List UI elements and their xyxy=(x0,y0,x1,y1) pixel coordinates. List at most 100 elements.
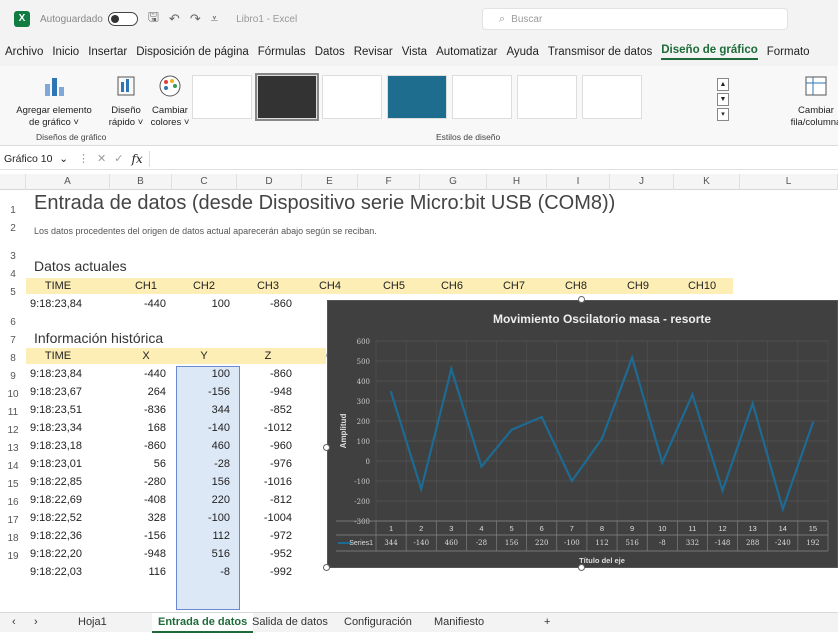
chart-style-6[interactable] xyxy=(517,75,577,119)
history-cell[interactable]: -156 xyxy=(116,530,166,542)
line-chart[interactable]: Movimiento Oscilatorio masa - resorte -30… xyxy=(327,300,838,568)
menu-item-12[interactable]: Formato xyxy=(767,46,810,58)
current-cell-3[interactable]: -860 xyxy=(242,298,292,310)
data-point[interactable] xyxy=(420,487,423,491)
history-cell[interactable]: 9:18:23,84 xyxy=(30,368,82,380)
switch-row-column-button[interactable]: Cambiar fila/columna xyxy=(786,74,838,129)
menu-item-8[interactable]: Automatizar xyxy=(436,46,497,58)
insert-function-icon[interactable]: fx xyxy=(131,152,142,166)
add-sheet-icon[interactable]: + xyxy=(544,616,550,628)
history-cell[interactable]: -952 xyxy=(242,548,292,560)
history-cell[interactable]: 9:18:23,18 xyxy=(30,440,82,452)
undo-icon[interactable]: ↶ xyxy=(169,11,180,27)
column-header-G[interactable]: G xyxy=(420,174,487,190)
history-cell[interactable]: -408 xyxy=(116,494,166,506)
chart-style-1[interactable] xyxy=(192,75,252,119)
column-header-A[interactable]: A xyxy=(26,174,110,190)
history-cell[interactable]: 9:18:22,52 xyxy=(30,512,82,524)
menu-item-5[interactable]: Datos xyxy=(315,46,345,58)
history-cell[interactable]: 9:18:23,67 xyxy=(30,386,82,398)
row-header-5[interactable]: 5 xyxy=(0,284,26,302)
history-cell[interactable]: -8 xyxy=(180,566,230,578)
history-cell[interactable]: -1012 xyxy=(242,422,292,434)
row-header-8[interactable]: 8 xyxy=(0,350,26,368)
row-header-11[interactable]: 11 xyxy=(0,404,26,422)
row-header-2[interactable]: 2 xyxy=(0,220,26,238)
history-cell[interactable]: -1016 xyxy=(242,476,292,488)
menu-item-6[interactable]: Revisar xyxy=(354,46,393,58)
data-point[interactable] xyxy=(389,391,393,394)
formula-input[interactable] xyxy=(148,150,838,167)
history-cell[interactable]: 100 xyxy=(180,368,230,380)
chart-style-4[interactable] xyxy=(387,75,447,119)
history-cell[interactable]: -28 xyxy=(180,458,230,470)
history-cell[interactable]: 9:18:22,69 xyxy=(30,494,82,506)
tab-1[interactable]: Entrada de datos xyxy=(152,613,254,633)
series-line[interactable] xyxy=(390,354,814,513)
history-cell[interactable]: 516 xyxy=(180,548,230,560)
tab-0[interactable]: Hoja1 xyxy=(78,616,107,628)
menu-item-9[interactable]: Ayuda xyxy=(506,46,538,58)
tab-prev-icon[interactable]: ‹ xyxy=(12,616,16,628)
gallery-scroll[interactable]: ▲ ▼ ▾ xyxy=(717,78,729,123)
search-box[interactable]: ⌕ Buscar xyxy=(482,8,788,30)
chart-style-3[interactable] xyxy=(322,75,382,119)
history-cell[interactable]: 460 xyxy=(180,440,230,452)
history-cell[interactable]: 9:18:23,51 xyxy=(30,404,82,416)
history-cell[interactable]: 220 xyxy=(180,494,230,506)
select-all-corner[interactable] xyxy=(0,174,26,190)
row-header-13[interactable]: 13 xyxy=(0,440,26,458)
data-point[interactable] xyxy=(450,367,453,371)
data-point[interactable] xyxy=(630,356,634,359)
current-cell-1[interactable]: -440 xyxy=(116,298,166,310)
row-header-9[interactable]: 9 xyxy=(0,368,26,386)
data-point[interactable] xyxy=(480,465,483,468)
column-header-K[interactable]: K xyxy=(674,174,740,190)
data-point[interactable] xyxy=(510,428,513,431)
menu-item-7[interactable]: Vista xyxy=(402,46,427,58)
tab-4[interactable]: Manifiesto xyxy=(434,616,484,628)
row-header-7[interactable]: 7 xyxy=(0,332,26,350)
row-header-1[interactable]: 1 xyxy=(0,202,26,220)
row-header-18[interactable]: 18 xyxy=(0,530,26,548)
current-cell-2[interactable]: 100 xyxy=(180,298,230,310)
menu-item-10[interactable]: Transmisor de datos xyxy=(548,46,652,58)
data-point[interactable] xyxy=(570,479,574,483)
change-colors-button[interactable]: Cambiar colores ˅ xyxy=(150,74,190,129)
history-cell[interactable]: 264 xyxy=(116,386,166,398)
history-cell[interactable]: 9:18:22,36 xyxy=(30,530,82,542)
history-cell[interactable]: 9:18:22,03 xyxy=(30,566,82,578)
history-cell[interactable]: -440 xyxy=(116,368,166,380)
cancel-icon[interactable]: ✕ xyxy=(97,152,106,165)
chart-handle-bottom[interactable] xyxy=(578,564,585,571)
gallery-more-icon[interactable]: ▾ xyxy=(717,108,729,121)
row-header-14[interactable]: 14 xyxy=(0,458,26,476)
row-header-6[interactable]: 6 xyxy=(0,314,26,332)
history-cell[interactable]: -992 xyxy=(242,566,292,578)
chart-style-5[interactable] xyxy=(452,75,512,119)
history-cell[interactable]: 9:18:23,34 xyxy=(30,422,82,434)
history-cell[interactable]: 9:18:23,01 xyxy=(30,458,82,470)
history-cell[interactable]: 168 xyxy=(116,422,166,434)
history-cell[interactable]: 9:18:22,85 xyxy=(30,476,82,488)
history-cell[interactable]: -852 xyxy=(242,404,292,416)
data-point[interactable] xyxy=(751,402,754,405)
history-cell[interactable]: -972 xyxy=(242,530,292,542)
tab-2[interactable]: Salida de datos xyxy=(252,616,328,628)
column-header-I[interactable]: I xyxy=(547,174,610,190)
column-header-H[interactable]: H xyxy=(487,174,547,190)
data-point[interactable] xyxy=(540,415,543,419)
history-cell[interactable]: 112 xyxy=(180,530,230,542)
data-point[interactable] xyxy=(721,489,724,492)
menu-item-4[interactable]: Fórmulas xyxy=(258,46,306,58)
row-header-12[interactable]: 12 xyxy=(0,422,26,440)
history-cell[interactable]: 328 xyxy=(116,512,166,524)
data-point[interactable] xyxy=(661,461,664,464)
history-cell[interactable]: -812 xyxy=(242,494,292,506)
chart-handle-left[interactable] xyxy=(323,444,330,451)
history-cell[interactable]: -140 xyxy=(180,422,230,434)
history-cell[interactable]: -156 xyxy=(180,386,230,398)
history-cell[interactable]: -1004 xyxy=(242,512,292,524)
history-cell[interactable]: -976 xyxy=(242,458,292,470)
data-point[interactable] xyxy=(691,393,694,396)
